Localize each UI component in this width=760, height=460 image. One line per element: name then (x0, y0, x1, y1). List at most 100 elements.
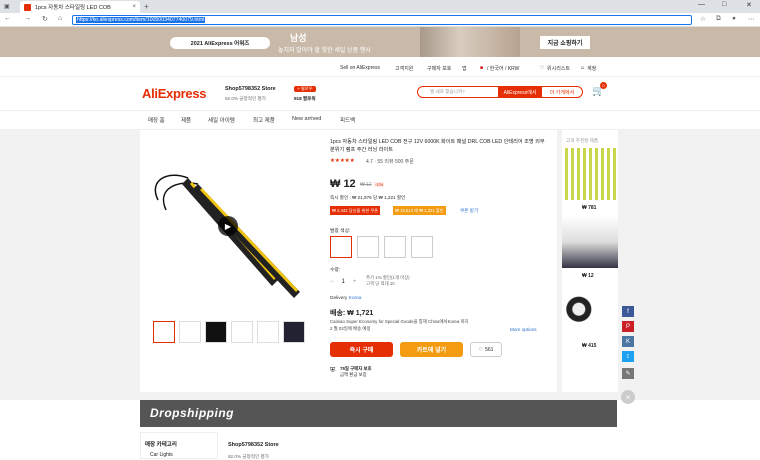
banner-subline: 놓치지 말아야 할 핫한 세일 상품 행사 (278, 48, 371, 54)
thumbnail-2[interactable] (179, 321, 201, 343)
thumbnail-4[interactable] (231, 321, 253, 343)
color-option-4[interactable] (411, 236, 433, 258)
more-icon[interactable]: ⋯ (748, 15, 755, 23)
locale-select[interactable]: / 한국어 / KRW (487, 65, 519, 72)
thumbnail-5[interactable] (257, 321, 279, 343)
collections-icon[interactable]: ⧉ (716, 15, 721, 23)
search-placeholder: 뭘 새로 찾습니까? (430, 89, 465, 94)
product-title: 1pcs 자동차 스타일링 LED COB 전구 12V 6000K 화이트 패… (330, 139, 545, 153)
wish-count: 561 (485, 346, 494, 353)
browser-tab[interactable]: 1pcs 자동차 스타일링 LED COB × (20, 1, 140, 13)
orders-count: 500 주문 (394, 159, 414, 165)
coupon-2[interactable]: ₩ 15,513 에 ₩ 1,221 할인 (393, 206, 446, 215)
play-video-icon[interactable]: ▶ (218, 216, 238, 236)
twitter-icon[interactable]: t (622, 351, 634, 362)
address-bar[interactable]: https://ko.aliexpress.com/item/100500340… (72, 15, 692, 25)
store-rating: 92.0% 긍정적인 평가 (225, 96, 266, 101)
followers-count: 918 팔로워 (294, 96, 316, 101)
flag-icon: ■ (480, 65, 484, 71)
category-car-lights[interactable]: Car Lights (150, 452, 173, 458)
price: ₩ 12 (330, 178, 356, 190)
store-nav-products[interactable]: 제품 (181, 116, 191, 124)
vk-icon[interactable]: K (622, 336, 634, 347)
awards-badge: 2021 AliExpress 어워즈 (170, 37, 270, 49)
wishlist-heart-icon: ♡ (478, 346, 484, 353)
color-option-2[interactable] (357, 236, 379, 258)
shop-now-button[interactable]: 지금 쇼핑하기 (540, 36, 590, 49)
search-store-button[interactable]: 이 가게에서 (541, 86, 583, 98)
heart-icon: ♡ (540, 65, 545, 71)
quantity-label: 수량: (330, 268, 341, 273)
promo-banner[interactable] (0, 27, 760, 57)
discount-badge: -1% (374, 182, 385, 187)
wishlist-button[interactable]: ♡ 561 (470, 342, 502, 357)
shipping-details: Cainiao Super Economy for Special Goods을… (330, 318, 520, 332)
get-coupons-link[interactable]: 쿠폰 받기 (460, 208, 478, 214)
minimize-icon[interactable]: — (698, 1, 705, 8)
categories-title: 매장 카테고리 (145, 442, 177, 448)
close-tab-icon[interactable]: × (132, 4, 136, 10)
store-nav-top[interactable]: 최고 제품 (253, 116, 275, 124)
store-nav-home[interactable]: 매장 홈 (148, 116, 165, 124)
aliexpress-logo[interactable]: AliExpress (142, 86, 207, 101)
pinterest-icon[interactable]: P (622, 321, 634, 332)
follow-button[interactable]: + 팔로우 (294, 86, 316, 92)
help-link[interactable]: 고객지원 (395, 65, 413, 72)
store-nav (0, 110, 760, 130)
buyer-protection-link[interactable]: 구매자 보호 (427, 65, 451, 72)
search-input[interactable]: 뭘 새로 찾습니까? (417, 86, 499, 98)
quantity-value[interactable]: 1 (342, 279, 345, 285)
buy-now-button[interactable]: 즉시 구매 (330, 342, 393, 357)
coupon-1[interactable]: ₩ 2,442 당신을 위한 쿠폰 (330, 206, 381, 215)
profile-icon[interactable]: ● (732, 15, 736, 22)
tab-actions-icon[interactable]: ▣ (4, 3, 10, 10)
rating-value: 4.7 (366, 159, 373, 165)
color-option-1[interactable] (330, 236, 352, 258)
buyer-guarantee: 75일 구매자 보호 금액 환급 보증 (330, 366, 372, 378)
add-to-cart-button[interactable]: 카트에 넣기 (400, 342, 463, 357)
banner-photo (420, 27, 520, 57)
store-nav-new[interactable]: New arrived (292, 116, 321, 122)
store-nav-sale[interactable]: 세일 아이템 (208, 116, 235, 124)
guarantee-sub: 금액 환급 보증 (340, 372, 367, 377)
bottom-store-panel (224, 432, 617, 459)
refresh-icon[interactable]: ↻ (42, 15, 48, 23)
banner-headline: 남성 (290, 33, 307, 43)
edit-icon[interactable]: ✎ (622, 368, 634, 379)
forward-icon[interactable]: → (24, 15, 31, 22)
increase-button[interactable]: + (353, 279, 357, 285)
home-icon[interactable]: ⌂ (58, 15, 62, 22)
account-link[interactable]: 계정 (587, 65, 596, 72)
recommend-item-1[interactable] (562, 148, 618, 200)
recommend-item-3[interactable] (562, 284, 618, 340)
store-nav-feedback[interactable]: 피드백 (340, 116, 355, 124)
cart-count-badge: 0 (600, 82, 607, 89)
close-share-icon[interactable]: × (621, 390, 635, 404)
wishlist-link[interactable]: 위시리스트 (547, 65, 570, 72)
thumbnail-1[interactable] (153, 321, 175, 343)
thumbnail-6[interactable] (283, 321, 305, 343)
search-aliexpress-button[interactable]: AliExpress에서 (499, 86, 541, 98)
more-options-link[interactable]: More options (510, 327, 537, 332)
sell-link[interactable]: Sell on AliExpress (340, 65, 380, 71)
favorites-icon[interactable]: ☆ (700, 15, 706, 23)
bottom-store-name[interactable]: Shop5798352 Store (228, 442, 279, 448)
recommend-item-2[interactable] (562, 216, 618, 268)
thumbnail-3[interactable] (205, 321, 227, 343)
app-link[interactable]: 앱 (462, 65, 467, 72)
facebook-icon[interactable]: f (622, 306, 634, 317)
recommend-price-1: ₩ 781 (582, 205, 597, 211)
store-name[interactable]: Shop5798352 Store (225, 86, 276, 92)
reviews-link[interactable]: 55 리뷰 (377, 159, 393, 165)
original-price: ₩ 12 (360, 182, 372, 188)
new-tab-icon[interactable]: + (144, 2, 149, 11)
recommend-price-3: ₩ 415 (582, 343, 597, 349)
delivery-row: Delivery Korea (330, 296, 361, 301)
color-option-3[interactable] (384, 236, 406, 258)
maximize-icon[interactable]: □ (722, 1, 726, 8)
decrease-button[interactable]: − (330, 279, 334, 285)
close-window-icon[interactable]: ✕ (746, 1, 752, 9)
delivery-country[interactable]: Korea (349, 296, 362, 301)
tab-title: 1pcs 자동차 스타일링 LED COB (35, 5, 111, 11)
back-icon[interactable]: ← (4, 15, 11, 22)
